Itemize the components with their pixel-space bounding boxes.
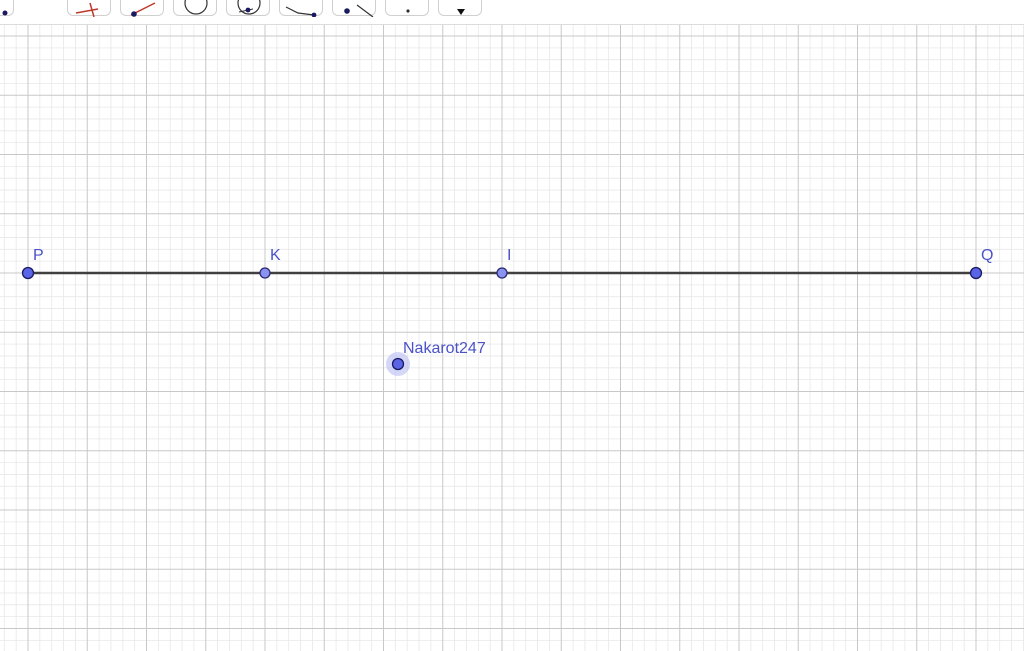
move-tool-button[interactable] (0, 0, 14, 16)
point-p[interactable] (21, 266, 35, 280)
grid-major-lines (0, 24, 1024, 651)
circle-through-point-icon (237, 0, 261, 15)
point-p-label: P (33, 247, 44, 264)
line-through-points-icon (130, 2, 156, 17)
angle-tool-button[interactable] (332, 0, 376, 17)
arrow-icon (2, 10, 8, 16)
point-q-label: Q (981, 247, 993, 264)
pen-icon (457, 9, 465, 15)
point-q[interactable] (969, 266, 983, 280)
point-nakarot247-label: Nakarot247 (403, 340, 486, 357)
point-k[interactable] (259, 267, 271, 279)
toolbar (0, 0, 1024, 25)
polygon-icon (285, 6, 317, 17)
perpendicular-line-icon (75, 2, 99, 17)
grid-minor-lines (0, 23, 1024, 651)
point-icon (406, 9, 410, 13)
point-i-label: I (507, 247, 511, 264)
point-i[interactable] (496, 267, 508, 279)
graphics-view[interactable]: P K I Q Nakarot247 (0, 0, 1024, 651)
polygon-tool-button[interactable] (279, 0, 323, 17)
pen-tool-button[interactable] (438, 0, 482, 16)
circle-tool-button[interactable] (173, 0, 217, 16)
circle-icon (184, 0, 208, 15)
point-tool-button[interactable] (67, 0, 111, 17)
angle-icon (344, 4, 374, 17)
point-tool-button-2[interactable] (385, 0, 429, 16)
line-tool-button[interactable] (120, 0, 164, 17)
circle-through-point-tool-button[interactable] (226, 0, 270, 16)
point-k-label: K (270, 247, 281, 264)
